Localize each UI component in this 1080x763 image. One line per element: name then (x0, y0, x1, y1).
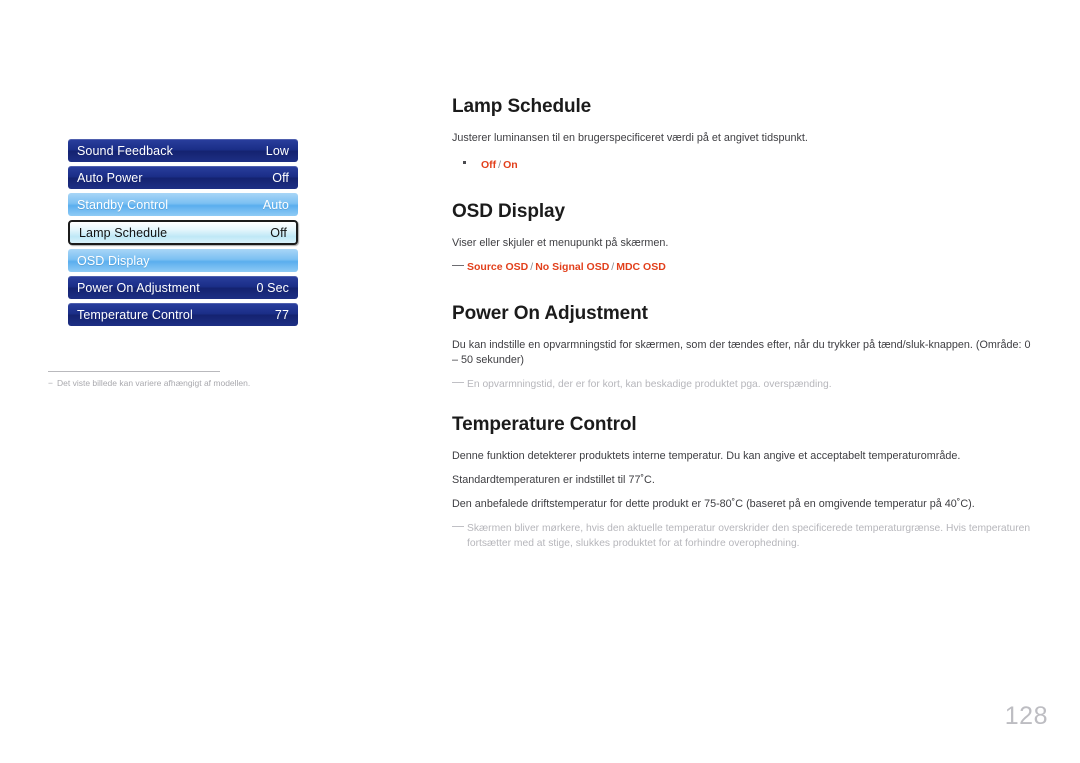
power-on-adjustment-note: En opvarmningstid, der er for kort, kan … (452, 377, 1032, 392)
osd-row-label: Lamp Schedule (79, 225, 168, 240)
image-note-text: Det viste billede kan variere afhængigt … (57, 378, 251, 388)
image-note: − Det viste billede kan variere afhængigt… (48, 377, 308, 389)
osd-row-standby-control[interactable]: Standby Control Auto (68, 193, 298, 216)
osd-row-osd-display[interactable]: OSD Display (68, 249, 298, 272)
osd-display-options-text: Source OSD / No Signal OSD / MDC OSD (467, 260, 666, 274)
lamp-schedule-options-text: Off / On (481, 155, 518, 173)
option-no-signal-osd: No Signal OSD (535, 261, 610, 273)
dash-mark-icon: − (48, 378, 53, 388)
power-on-adjustment-note-text: En opvarmningstid, der er for kort, kan … (467, 379, 832, 390)
osd-row-label: Auto Power (77, 170, 143, 185)
dash-mark-icon (452, 526, 464, 527)
osd-row-label: Power On Adjustment (77, 280, 200, 295)
temperature-control-description-3: Den anbefalede driftstemperatur for dett… (452, 498, 975, 510)
temperature-control-note-text: Skærmen bliver mørkere, hvis den aktuell… (467, 523, 1031, 549)
osd-row-temperature-control[interactable]: Temperature Control 77 (68, 303, 298, 326)
osd-row-value: Low (265, 143, 289, 158)
osd-row-label: Temperature Control (77, 307, 193, 322)
option-off: Off (481, 159, 497, 171)
section-title-lamp-schedule: Lamp Schedule (452, 96, 592, 117)
lamp-schedule-options: Off / On (452, 155, 1032, 173)
osd-row-sound-feedback[interactable]: Sound Feedback Low (68, 139, 298, 162)
option-on: On (503, 159, 518, 171)
osd-row-value: Off (272, 170, 289, 185)
osd-row-value: 77 (274, 307, 289, 322)
osd-row-auto-power[interactable]: Auto Power Off (68, 166, 298, 189)
osd-row-value: 0 Sec (256, 280, 289, 295)
temperature-control-description-2: Standardtemperaturen er indstillet til 7… (452, 474, 655, 486)
osd-display-description: Viser eller skjuler et menupunkt på skær… (452, 237, 669, 249)
page-number: 128 (1004, 702, 1048, 730)
osd-row-value: Off (270, 225, 287, 240)
lamp-schedule-description: Justerer luminansen til en brugerspecifi… (452, 132, 808, 144)
document-body: Lamp Schedule Justerer luminansen til en… (452, 96, 1032, 554)
image-note-divider (48, 371, 220, 372)
osd-row-lamp-schedule-selected[interactable]: Lamp Schedule Off (68, 220, 298, 245)
osd-row-label: Standby Control (77, 197, 169, 212)
bullet-point-icon (463, 161, 466, 164)
osd-row-value: Auto (262, 197, 289, 212)
section-title-osd-display: OSD Display (452, 201, 565, 222)
dash-mark-icon (452, 265, 464, 266)
option-source-osd: Source OSD (467, 261, 529, 273)
osd-display-options-note: Source OSD / No Signal OSD / MDC OSD (452, 260, 1032, 274)
power-on-adjustment-description: Du kan indstille en opvarmningstid for s… (452, 339, 1031, 366)
option-mdc-osd: MDC OSD (616, 261, 666, 273)
osd-menu-mockup: Sound Feedback Low Auto Power Off Standb… (68, 139, 298, 330)
temperature-control-note: Skærmen bliver mørkere, hvis den aktuell… (452, 521, 1032, 551)
dash-mark-icon (452, 382, 464, 383)
osd-row-label: Sound Feedback (77, 143, 173, 158)
section-title-temperature-control: Temperature Control (452, 414, 637, 435)
osd-row-label: OSD Display (77, 253, 150, 268)
section-title-power-on-adjustment: Power On Adjustment (452, 303, 648, 324)
temperature-control-description-1: Denne funktion detekterer produktets int… (452, 450, 961, 462)
osd-row-power-on-adjustment[interactable]: Power On Adjustment 0 Sec (68, 276, 298, 299)
